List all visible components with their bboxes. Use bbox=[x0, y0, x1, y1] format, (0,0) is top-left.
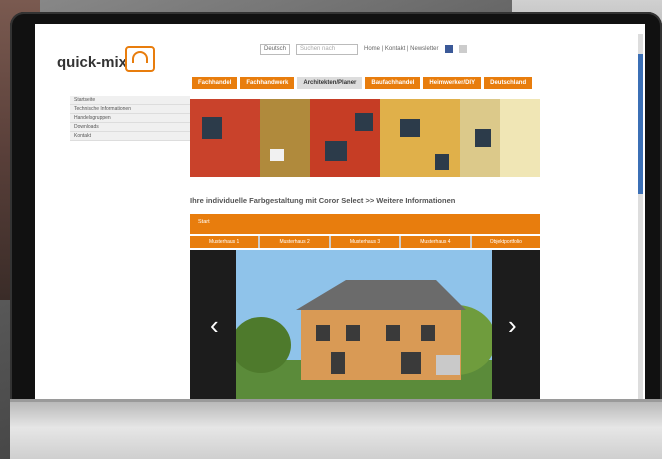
search-input[interactable]: Suchen nach bbox=[296, 43, 359, 55]
sidebar-item[interactable]: Technische Informationen bbox=[70, 105, 190, 114]
top-links[interactable]: Home | Kontakt | Newsletter bbox=[364, 46, 438, 52]
section-tag[interactable]: Start bbox=[198, 219, 210, 225]
banner-image bbox=[190, 99, 540, 177]
language-select[interactable]: Deutsch bbox=[260, 43, 291, 55]
sidebar-item[interactable]: Handelsgruppen bbox=[70, 114, 190, 123]
sidebar-item[interactable]: Downloads bbox=[70, 123, 190, 132]
monitor-bezel: quick-mix Deutsch Suchen nach Home | Kon… bbox=[10, 12, 662, 404]
subtab[interactable]: Objektportfolio bbox=[471, 236, 541, 248]
logo-house-icon[interactable] bbox=[125, 46, 155, 72]
scrollbar-thumb[interactable] bbox=[638, 54, 643, 194]
nav-tab-heimwerker[interactable]: Heimwerker/DIY bbox=[423, 77, 482, 89]
slider-next-icon[interactable]: › bbox=[508, 310, 517, 340]
subtab[interactable]: Musterhaus 2 bbox=[260, 236, 329, 248]
monitor-base bbox=[10, 402, 662, 459]
subtab[interactable]: Musterhaus 3 bbox=[330, 236, 400, 248]
section-bar: Start bbox=[190, 214, 540, 234]
share-icon[interactable] bbox=[458, 45, 467, 53]
nav-tab-fachhandel[interactable]: Fachhandel bbox=[192, 77, 238, 89]
subtab[interactable]: Musterhaus 4 bbox=[401, 236, 470, 248]
nav-tab-deutschland[interactable]: Deutschland bbox=[484, 77, 533, 89]
nav-tab-architekten[interactable]: Architekten/Planer bbox=[297, 77, 363, 89]
subtabs: Musterhaus 1 Musterhaus 2 Musterhaus 3 M… bbox=[190, 236, 541, 248]
house-photo bbox=[236, 250, 492, 400]
slider-prev-icon[interactable]: ‹ bbox=[210, 310, 219, 340]
headline-link[interactable]: Ihre individuelle Farbgestaltung mit Cor… bbox=[190, 196, 455, 205]
main-navigation: Fachhandel Fachhandwerk Architekten/Plan… bbox=[192, 77, 533, 89]
site-logo[interactable]: quick-mix bbox=[57, 54, 127, 71]
sidebar-item[interactable]: Startseite bbox=[70, 96, 190, 105]
image-slider: ‹ › bbox=[190, 250, 540, 400]
sidebar-item[interactable]: Kontakt bbox=[70, 132, 190, 141]
facebook-icon[interactable] bbox=[444, 45, 453, 53]
sidebar: Startseite Technische Informationen Hand… bbox=[70, 96, 190, 141]
nav-tab-fachhandwerk[interactable]: Fachhandwerk bbox=[240, 77, 295, 89]
subtab[interactable]: Musterhaus 1 bbox=[190, 236, 259, 248]
top-bar: Deutsch Suchen nach Home | Kontakt | New… bbox=[260, 42, 467, 56]
nav-tab-baufachhandel[interactable]: Baufachhandel bbox=[365, 77, 421, 89]
browser-screen: quick-mix Deutsch Suchen nach Home | Kon… bbox=[35, 24, 645, 400]
scrollbar[interactable] bbox=[638, 34, 643, 400]
